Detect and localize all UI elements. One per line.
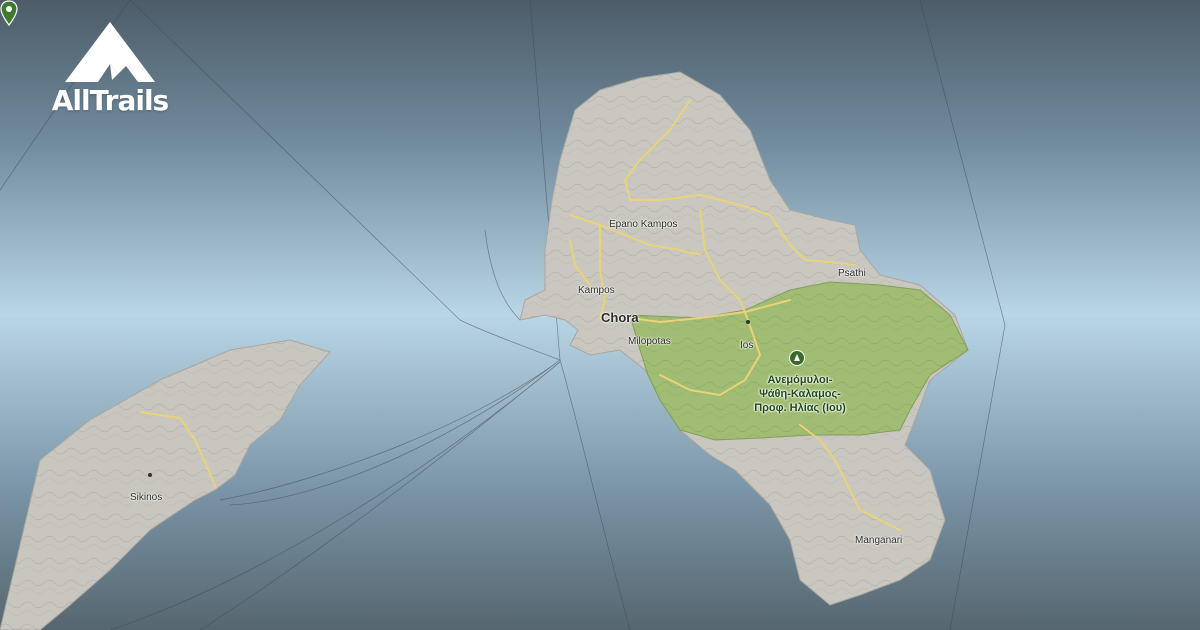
place-label-epano-kampos[interactable]: Epano Kampos [609,219,677,230]
place-label-kampos[interactable]: Kampos [578,285,615,296]
place-label-sikinos[interactable]: Sikinos [130,492,162,503]
map-view[interactable]: AllTrails Epano Kampos Kampos Chora Milo… [0,0,1200,630]
place-label-milopotas[interactable]: Milopotas [628,336,671,347]
brand-name: AllTrails [51,84,169,117]
map-canvas[interactable] [0,0,1200,630]
park-tree-icon[interactable] [789,350,805,366]
place-label-psathi[interactable]: Psathi [838,268,866,279]
location-pin-icon[interactable] [0,0,18,26]
park-label-line-3: Προφ. Ηλίας (Ιου) [754,402,846,414]
place-label-chora[interactable]: Chora [601,310,639,325]
park-label-line-1: Ανεμόμυλοι- [767,374,833,386]
park-label-line-2: Ψάθη-Καλαμος- [759,388,841,400]
mountain-icon [65,22,155,82]
park-label[interactable]: Ανεμόμυλοι- Ψάθη-Καλαμος- Προφ. Ηλίας (Ι… [730,373,870,415]
place-label-manganari[interactable]: Manganari [855,535,902,546]
place-label-ios[interactable]: Ios [740,340,753,351]
alltrails-logo[interactable]: AllTrails [40,20,180,117]
